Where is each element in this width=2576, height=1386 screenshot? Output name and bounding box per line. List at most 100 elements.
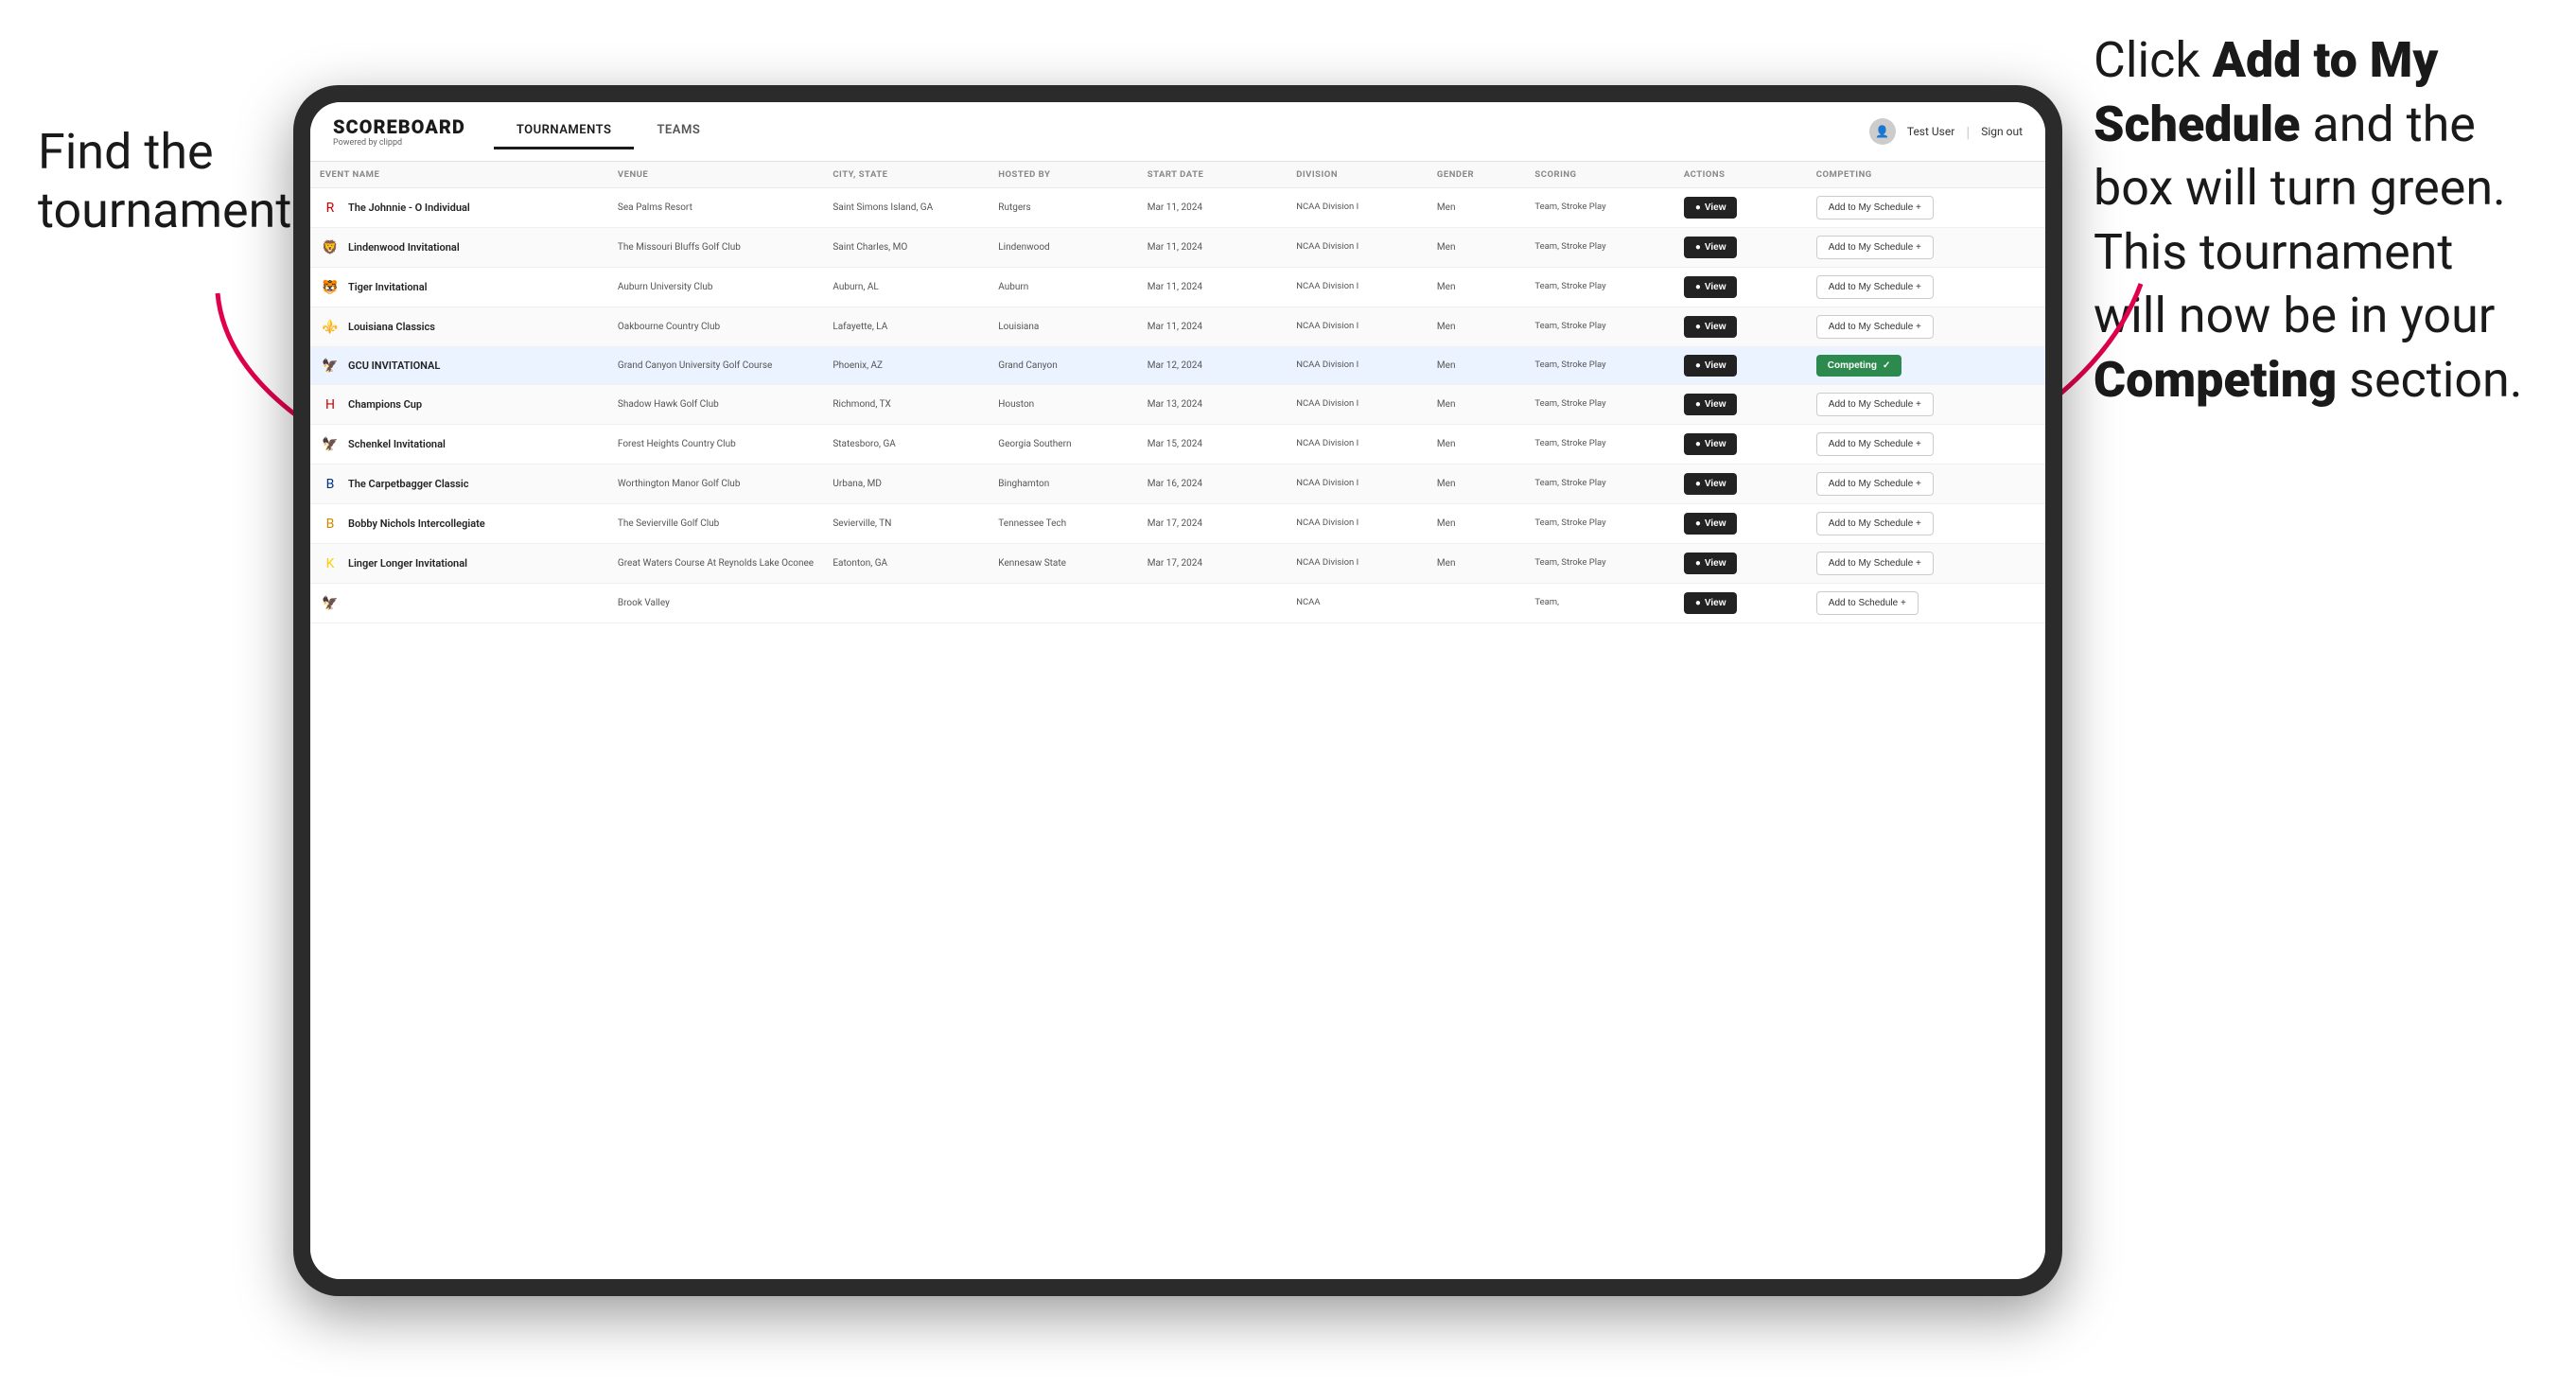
sign-out-link[interactable]: Sign out — [1981, 125, 2023, 138]
tab-tournaments[interactable]: TOURNAMENTS — [494, 114, 635, 149]
table-row: R The Johnnie - O Individual Sea Palms R… — [310, 188, 2045, 228]
view-button[interactable]: ● View — [1684, 276, 1738, 298]
hosted-by-cell: Binghamton — [989, 465, 1137, 504]
view-button[interactable]: ● View — [1684, 473, 1738, 495]
actions-cell: ● View — [1674, 188, 1807, 228]
view-button[interactable]: ● View — [1684, 433, 1738, 455]
venue-cell: Forest Heights Country Club — [608, 425, 823, 465]
gender-cell: Men — [1428, 347, 1525, 385]
view-button[interactable]: ● View — [1684, 237, 1738, 258]
division-cell: NCAA Division I — [1287, 465, 1428, 504]
check-icon: ✓ — [1883, 360, 1890, 371]
add-to-schedule-button[interactable]: Add to My Schedule + — [1816, 432, 1934, 456]
eye-icon: ● — [1695, 518, 1701, 529]
annotation-left: Find thetournament. — [38, 123, 305, 241]
competing-cell: Add to My Schedule + — [1807, 307, 2045, 347]
event-name-cell: 🦅 Schenkel Invitational — [310, 425, 608, 465]
city-cell: Richmond, TX — [823, 385, 989, 425]
event-name-cell: H Champions Cup — [310, 385, 608, 425]
tab-teams[interactable]: TEAMS — [634, 114, 723, 149]
scoring-cell: Team, Stroke Play — [1525, 504, 1674, 544]
hosted-by-cell: Auburn — [989, 268, 1137, 307]
user-avatar: 👤 — [1869, 118, 1896, 145]
scoring-cell: Team, Stroke Play — [1525, 268, 1674, 307]
add-to-schedule-button[interactable]: Add to My Schedule + — [1816, 236, 1934, 259]
col-header-competing: COMPETING — [1807, 162, 2045, 188]
competing-cell: Add to Schedule + — [1807, 584, 2045, 623]
add-to-schedule-button[interactable]: Add to My Schedule + — [1816, 275, 1934, 299]
table-row: 🦅 Schenkel Invitational Forest Heights C… — [310, 425, 2045, 465]
view-button[interactable]: ● View — [1684, 197, 1738, 219]
competing-cell: Add to My Schedule + — [1807, 268, 2045, 307]
venue-cell: Great Waters Course At Reynolds Lake Oco… — [608, 544, 823, 584]
hosted-by-cell: Houston — [989, 385, 1137, 425]
view-button[interactable]: ● View — [1684, 355, 1738, 377]
table-row: K Linger Longer Invitational Great Water… — [310, 544, 2045, 584]
team-logo: H — [320, 395, 341, 415]
add-to-schedule-button[interactable]: Add to My Schedule + — [1816, 472, 1934, 496]
view-button[interactable]: ● View — [1684, 394, 1738, 415]
gender-cell: Men — [1428, 504, 1525, 544]
eye-icon: ● — [1695, 399, 1701, 410]
scoring-cell: Team, Stroke Play — [1525, 544, 1674, 584]
hosted-by-cell: Kennesaw State — [989, 544, 1137, 584]
date-cell: Mar 11, 2024 — [1138, 228, 1287, 268]
competing-button[interactable]: Competing ✓ — [1816, 355, 1902, 377]
event-name: Champions Cup — [348, 398, 422, 411]
division-cell: NCAA Division I — [1287, 347, 1428, 385]
view-button[interactable]: ● View — [1684, 592, 1738, 614]
gender-cell — [1428, 584, 1525, 623]
venue-cell: Shadow Hawk Golf Club — [608, 385, 823, 425]
event-name: Tiger Invitational — [348, 281, 427, 293]
city-cell: Sevierville, TN — [823, 504, 989, 544]
scoring-cell: Team, Stroke Play — [1525, 425, 1674, 465]
division-cell: NCAA Division I — [1287, 544, 1428, 584]
date-cell — [1138, 584, 1287, 623]
col-header-scoring: SCORING — [1525, 162, 1674, 188]
add-to-schedule-button[interactable]: Add to My Schedule + — [1816, 393, 1934, 416]
col-header-division: DIVISION — [1287, 162, 1428, 188]
add-to-schedule-button[interactable]: Add to My Schedule + — [1816, 552, 1934, 575]
venue-cell: Grand Canyon University Golf Course — [608, 347, 823, 385]
event-name: Bobby Nichols Intercollegiate — [348, 518, 485, 530]
actions-cell: ● View — [1674, 347, 1807, 385]
view-button[interactable]: ● View — [1684, 513, 1738, 535]
col-header-date: START DATE — [1138, 162, 1287, 188]
competing-cell: Add to My Schedule + — [1807, 504, 2045, 544]
add-to-schedule-button[interactable]: Add to Schedule + — [1816, 591, 1919, 615]
table-row: ⚜️ Louisiana Classics Oakbourne Country … — [310, 307, 2045, 347]
event-name-cell: 🦅 GCU INVITATIONAL — [310, 347, 608, 385]
gender-cell: Men — [1428, 228, 1525, 268]
eye-icon: ● — [1695, 202, 1701, 213]
city-cell: Saint Simons Island, GA — [823, 188, 989, 228]
division-cell: NCAA — [1287, 584, 1428, 623]
date-cell: Mar 16, 2024 — [1138, 465, 1287, 504]
tablet-screen: SCOREBOARD Powered by clippd TOURNAMENTS… — [310, 102, 2045, 1279]
gender-cell: Men — [1428, 307, 1525, 347]
competing-cell: Add to My Schedule + — [1807, 425, 2045, 465]
event-name: The Carpetbagger Classic — [348, 478, 469, 490]
event-name: The Johnnie - O Individual — [348, 202, 470, 214]
event-name-cell: ⚜️ Louisiana Classics — [310, 307, 608, 347]
view-button[interactable]: ● View — [1684, 316, 1738, 338]
add-to-schedule-button[interactable]: Add to My Schedule + — [1816, 512, 1934, 535]
eye-icon: ● — [1695, 282, 1701, 292]
view-button[interactable]: ● View — [1684, 553, 1738, 574]
hosted-by-cell: Lindenwood — [989, 228, 1137, 268]
event-name: Schenkel Invitational — [348, 438, 446, 450]
team-logo: 🐯 — [320, 277, 341, 298]
scoring-cell: Team, Stroke Play — [1525, 228, 1674, 268]
app-header: SCOREBOARD Powered by clippd TOURNAMENTS… — [310, 102, 2045, 162]
city-cell: Urbana, MD — [823, 465, 989, 504]
competing-cell: Add to My Schedule + — [1807, 188, 2045, 228]
venue-cell: Worthington Manor Golf Club — [608, 465, 823, 504]
add-to-schedule-button[interactable]: Add to My Schedule + — [1816, 315, 1934, 339]
event-name: GCU INVITATIONAL — [348, 360, 440, 372]
add-to-schedule-button[interactable]: Add to My Schedule + — [1816, 196, 1934, 219]
col-header-hosted: HOSTED BY — [989, 162, 1137, 188]
gender-cell: Men — [1428, 544, 1525, 584]
division-cell: NCAA Division I — [1287, 504, 1428, 544]
eye-icon: ● — [1695, 558, 1701, 569]
team-logo: 🦅 — [320, 356, 341, 377]
event-name-cell: 🦅 — [310, 584, 608, 623]
